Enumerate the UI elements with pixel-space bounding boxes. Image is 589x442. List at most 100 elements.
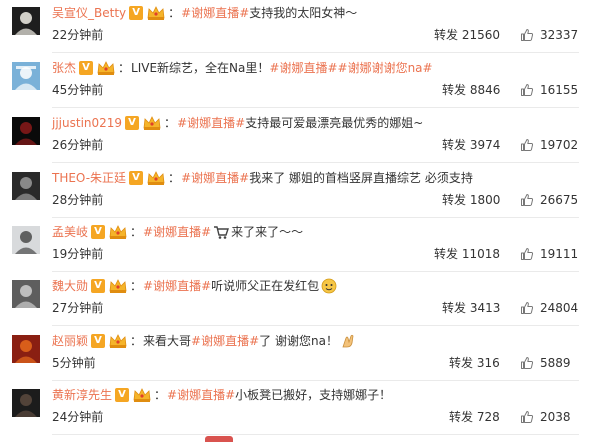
- like-button[interactable]: 19111: [520, 246, 578, 262]
- verified-badge-icon: V: [129, 171, 144, 185]
- verified-badge-icon: V: [115, 388, 130, 402]
- hashtag-link[interactable]: #谢娜直播#: [177, 114, 245, 132]
- divider: [52, 107, 579, 108]
- colon-separator: ：: [168, 171, 181, 185]
- comment-item: 黄新淳先生 V ： #谢娜直播# 小板凳已搬好，支持娜娜子！ 24分钟前 转发 728 203…: [0, 382, 589, 435]
- repost-label: 转发: [442, 83, 467, 97]
- username-link[interactable]: jjjustin0219: [52, 114, 122, 132]
- repost-button[interactable]: 转发 3413: [442, 300, 500, 316]
- colon-separator: ：: [154, 388, 167, 402]
- repost-button[interactable]: 转发 1800: [442, 192, 500, 208]
- hashtag-link[interactable]: #谢娜直播#: [181, 169, 249, 187]
- repost-button[interactable]: 转发 11018: [434, 246, 500, 262]
- repost-count: 1800: [469, 193, 501, 207]
- comment-content: 张杰 V ： LIVE新综艺，全在Na里！ #谢娜直播# #谢娜谢谢您na#: [52, 59, 433, 77]
- timestamp: 24分钟前: [52, 410, 104, 424]
- comment-text: 来了来了～～: [231, 225, 304, 239]
- avatar[interactable]: [12, 117, 40, 145]
- comment-item: 孟美岐 V ： #谢娜直播# 来了来了～～ 19分钟前 转发 11018 19111: [0, 219, 589, 272]
- avatar[interactable]: [12, 7, 40, 35]
- username-link[interactable]: 张杰: [52, 59, 76, 77]
- comment-text: 支持最可爱最漂亮最优秀的娜姐~: [245, 116, 424, 130]
- timestamp: 27分钟前: [52, 301, 104, 315]
- like-count: 26675: [540, 193, 579, 207]
- repost-label: 转发: [434, 28, 459, 42]
- vip-crown-icon: [108, 278, 128, 294]
- verified-badge-icon: V: [125, 116, 140, 130]
- comment-content: 黄新淳先生 V ： #谢娜直播# 小板凳已搬好，支持娜娜子！: [52, 386, 391, 404]
- comment-content: 赵丽颖 V ：来看大哥 #谢娜直播# 了 谢谢您na！: [52, 332, 358, 350]
- like-count: 5889: [540, 356, 571, 370]
- like-button[interactable]: 5889: [520, 355, 571, 371]
- hashtag-link[interactable]: #谢娜直播#: [269, 59, 337, 77]
- repost-button[interactable]: 转发 8846: [442, 82, 500, 98]
- repost-count: 3974: [469, 138, 501, 152]
- comment-content: jjjustin0219 V ： #谢娜直播# 支持最可爱最漂亮最优秀的娜姐~: [52, 114, 423, 132]
- vip-crown-icon: [108, 224, 128, 240]
- like-button[interactable]: 2038: [520, 409, 571, 425]
- divider: [52, 434, 579, 435]
- timestamp: 45分钟前: [52, 83, 104, 97]
- like-count: 2038: [540, 410, 571, 424]
- like-button[interactable]: 32337: [520, 27, 578, 43]
- vip-crown-icon: [96, 60, 116, 76]
- like-button[interactable]: 19702: [520, 137, 578, 153]
- repost-count: 11018: [461, 247, 501, 261]
- hashtag-link[interactable]: #谢娜直播#: [191, 332, 259, 350]
- repost-count: 728: [476, 410, 500, 424]
- like-count: 16155: [540, 83, 579, 97]
- repost-label: 转发: [442, 138, 467, 152]
- red-packet-emoji: [321, 278, 337, 294]
- repost-button[interactable]: 转发 3974: [442, 137, 500, 153]
- divider: [52, 217, 579, 218]
- clapping-hands-emoji: [340, 333, 356, 349]
- hashtag-link[interactable]: #谢娜直播#: [181, 4, 249, 22]
- username-link[interactable]: 孟美岐: [52, 223, 88, 241]
- like-button[interactable]: 24804: [520, 300, 578, 316]
- timestamp: 5分钟前: [52, 356, 96, 370]
- colon-separator: ：: [164, 116, 177, 130]
- verified-badge-icon: V: [79, 61, 94, 75]
- username-link[interactable]: 吴宣仪_Betty: [52, 4, 126, 22]
- repost-label: 转发: [442, 193, 467, 207]
- colon-separator: ：: [168, 6, 181, 20]
- hashtag-link[interactable]: #谢娜直播#: [143, 277, 211, 295]
- repost-button[interactable]: 转发 728: [449, 409, 500, 425]
- comment-text-before: LIVE新综艺，全在Na里！: [131, 61, 270, 75]
- colon-separator: ：: [130, 334, 143, 348]
- username-link[interactable]: 黄新淳先生: [52, 386, 112, 404]
- hashtag-link-2[interactable]: #谢娜谢谢您na#: [338, 59, 433, 77]
- comment-content: 魏大勋 V ： #谢娜直播# 听说师父正在发红包: [52, 277, 339, 295]
- thumbs-up-icon: [520, 410, 540, 424]
- like-count: 32337: [540, 28, 579, 42]
- avatar[interactable]: [12, 172, 40, 200]
- divider: [52, 52, 579, 53]
- avatar[interactable]: [12, 335, 40, 363]
- comment-text: 支持我的太阳女神～: [249, 6, 358, 20]
- comment-text-before: 来看大哥: [143, 334, 192, 348]
- hashtag-link[interactable]: #谢娜直播#: [143, 223, 211, 241]
- vip-crown-icon: [146, 5, 166, 21]
- username-link[interactable]: 魏大勋: [52, 277, 88, 295]
- repost-count: 3413: [469, 301, 501, 315]
- repost-button[interactable]: 转发 316: [449, 355, 500, 371]
- hashtag-link[interactable]: #谢娜直播#: [167, 386, 235, 404]
- avatar[interactable]: [12, 226, 40, 254]
- username-link[interactable]: 赵丽颖: [52, 332, 88, 350]
- comment-text: 听说师父正在发红包: [211, 279, 320, 293]
- repost-label: 转发: [449, 356, 474, 370]
- avatar[interactable]: [12, 389, 40, 417]
- like-button[interactable]: 16155: [520, 82, 578, 98]
- repost-label: 转发: [449, 410, 474, 424]
- vip-crown-icon: [146, 170, 166, 186]
- timestamp: 19分钟前: [52, 247, 104, 261]
- username-link[interactable]: THEO-朱正廷: [52, 169, 126, 187]
- like-button[interactable]: 26675: [520, 192, 578, 208]
- vip-crown-icon: [142, 115, 162, 131]
- repost-button[interactable]: 转发 21560: [434, 27, 500, 43]
- verified-badge-icon: V: [129, 6, 144, 20]
- partial-next-item: [205, 436, 233, 442]
- repost-label: 转发: [442, 301, 467, 315]
- avatar[interactable]: [12, 280, 40, 308]
- avatar[interactable]: [12, 62, 40, 90]
